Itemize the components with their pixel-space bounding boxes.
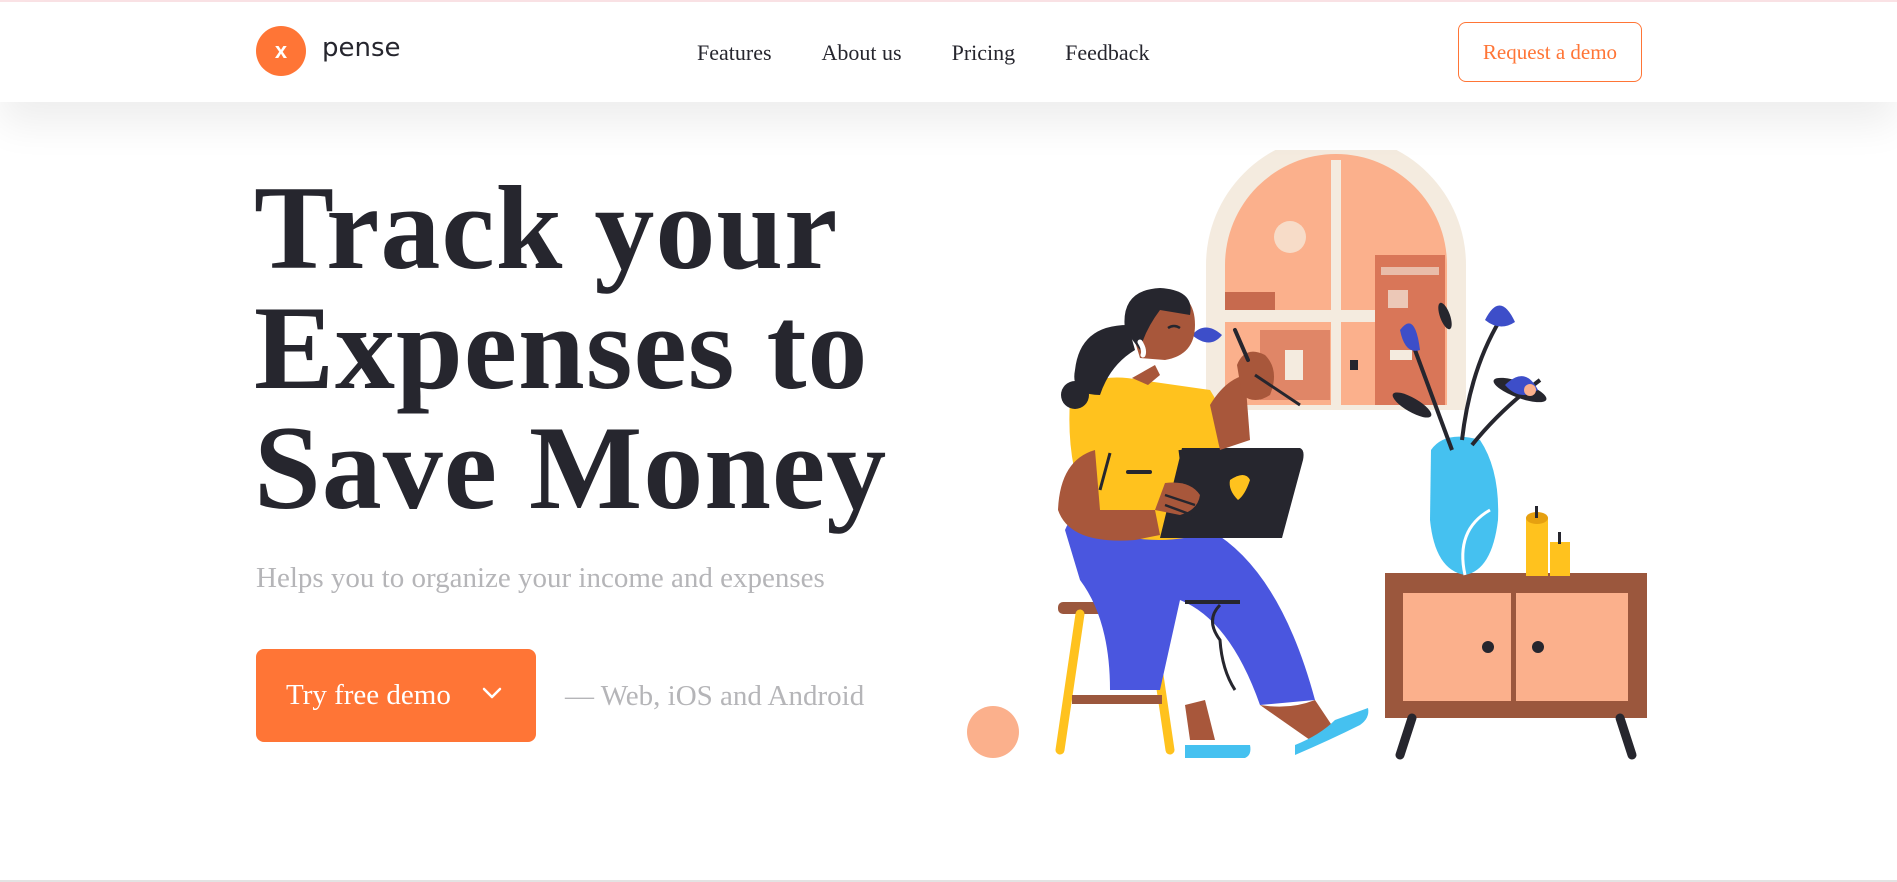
site-header: x pense Features About us Pricing Feedba… — [0, 2, 1897, 102]
request-demo-button[interactable]: Request a demo — [1458, 22, 1642, 82]
hero-title-line: Expenses to — [254, 281, 869, 414]
nav-link-features[interactable]: Features — [697, 40, 772, 66]
chevron-down-icon — [482, 687, 502, 699]
hero-title-line: Track your — [254, 161, 839, 294]
hero-title-line: Save Money — [254, 401, 888, 534]
cta-label: Try free demo — [286, 679, 451, 711]
brand-name: pense — [322, 33, 401, 63]
hero-title: Track your Expenses to Save Money — [254, 168, 887, 528]
platforms-note: — Web, iOS and Android — [565, 680, 865, 712]
main-nav: Features About us Pricing Feedback — [697, 40, 1199, 66]
nav-link-feedback[interactable]: Feedback — [1065, 40, 1149, 66]
brand-logo[interactable]: x pense — [256, 26, 401, 76]
nav-link-pricing[interactable]: Pricing — [952, 40, 1016, 66]
logo-mark: x — [256, 26, 306, 76]
try-free-demo-button[interactable]: Try free demo — [256, 649, 536, 742]
nav-link-about-us[interactable]: About us — [822, 40, 902, 66]
woman-with-laptop-illustration — [967, 150, 1647, 760]
hero-subtitle: Helps you to organize your income and ex… — [256, 562, 825, 594]
